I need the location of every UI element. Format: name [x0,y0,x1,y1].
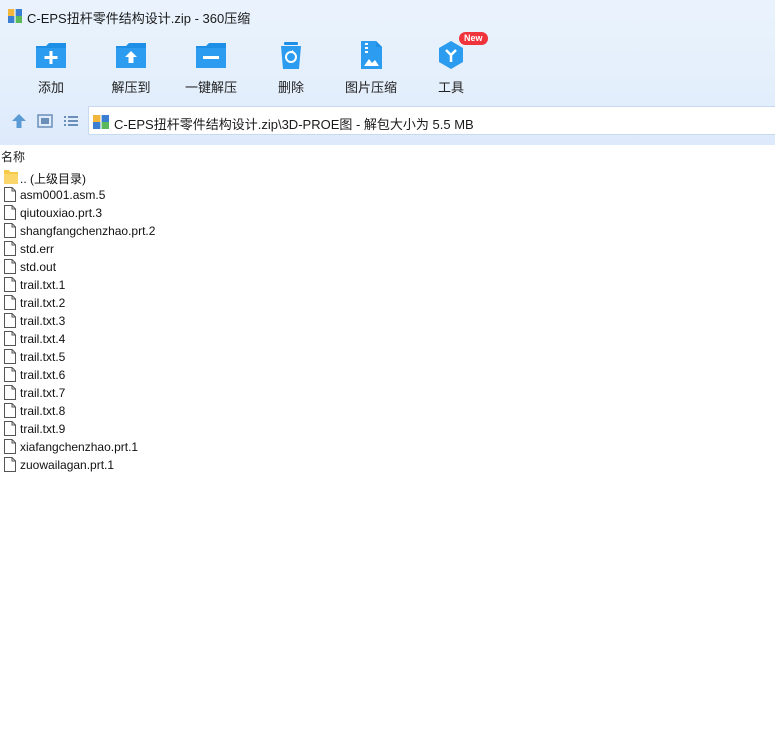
file-icon [4,295,16,310]
file-name: asm0001.asm.5 [20,188,106,202]
file-row[interactable]: trail.txt.9 [0,420,775,438]
file-name: std.out [20,260,57,274]
file-name: trail.txt.6 [20,368,66,382]
add-button[interactable]: 添加 [11,36,91,98]
window-title: C-EPS扭杆零件结构设计.zip - 360压缩 [27,11,251,26]
file-icon [4,259,16,274]
file-name: trail.txt.8 [20,404,66,418]
file-row[interactable]: trail.txt.8 [0,402,775,420]
one-click-extract-button[interactable]: 一键解压 [171,36,251,98]
file-list: .. (上级目录) asm0001.asm.5 qiutouxiao.prt.3 sh… [0,168,775,474]
image-compress-icon [361,41,382,69]
toolbar: 添加 解压到 一键解压 删除 图片压缩 New 工具 [0,32,775,98]
up-arrow-icon[interactable] [10,112,28,130]
file-icon [4,421,16,436]
archive-icon [8,9,22,23]
file-row[interactable]: qiutouxiao.prt.3 [0,204,775,222]
file-name: trail.txt.3 [20,314,66,328]
file-row[interactable]: trail.txt.6 [0,366,775,384]
folder-icon [4,170,18,184]
file-name: std.err [20,242,55,256]
file-name: trail.txt.1 [20,278,66,292]
delete-icon [281,42,301,69]
file-row[interactable]: std.err [0,240,775,258]
parent-directory-row[interactable]: .. (上级目录) [0,168,775,186]
file-name: qiutouxiao.prt.3 [20,206,103,220]
archive-icon [93,115,109,129]
delete-button[interactable]: 删除 [251,36,331,98]
file-row[interactable]: std.out [0,258,775,276]
image-compress-button[interactable]: 图片压缩 [331,36,411,98]
file-icon [4,367,16,382]
extract-to-button[interactable]: 解压到 [91,36,171,98]
title-bar: C-EPS扭杆零件结构设计.zip - 360压缩 [0,0,775,32]
file-name: trail.txt.2 [20,296,66,310]
new-badge: New [459,32,488,45]
file-row[interactable]: zuowailagan.prt.1 [0,456,775,474]
one-click-extract-icon [196,43,226,68]
file-row[interactable]: asm0001.asm.5 [0,186,775,204]
tools-button[interactable]: New 工具 [411,32,491,98]
tools-label: 工具 [437,80,464,95]
file-name: trail.txt.4 [20,332,66,346]
add-label: 添加 [37,80,64,95]
extract-to-icon [116,43,146,68]
file-icon [4,349,16,364]
file-icon [4,313,16,328]
file-name: shangfangchenzhao.prt.2 [20,224,156,238]
top-panel: C-EPS扭杆零件结构设计.zip - 360压缩 添加 解压到 一键解压 删除… [0,0,775,145]
file-icon [4,205,16,220]
file-name: zuowailagan.prt.1 [20,458,115,472]
file-icon [4,241,16,256]
column-header-name[interactable]: 名称 [0,145,775,164]
file-row[interactable]: trail.txt.3 [0,312,775,330]
file-icon [4,385,16,400]
file-row[interactable]: trail.txt.4 [0,330,775,348]
file-row[interactable]: shangfangchenzhao.prt.2 [0,222,775,240]
extract-to-label: 解压到 [111,80,151,95]
delete-label: 删除 [277,80,304,95]
file-icon [4,331,16,346]
file-row[interactable]: trail.txt.2 [0,294,775,312]
file-name: trail.txt.5 [20,350,66,364]
file-icon [4,187,16,202]
navigation-bar: C-EPS扭杆零件结构设计.zip\3D-PROE图 - 解包大小为 5.5 M… [0,106,775,136]
file-row[interactable]: trail.txt.1 [0,276,775,294]
file-name: xiafangchenzhao.prt.1 [20,440,139,454]
file-icon [4,439,16,454]
path-bar[interactable]: C-EPS扭杆零件结构设计.zip\3D-PROE图 - 解包大小为 5.5 M… [88,106,775,135]
file-row[interactable]: trail.txt.5 [0,348,775,366]
column-header-label: 名称 [1,150,26,164]
file-row[interactable]: xiafangchenzhao.prt.1 [0,438,775,456]
file-icon [4,457,16,472]
file-icon [4,277,16,292]
file-name: trail.txt.9 [20,422,66,436]
file-icon [4,223,16,238]
file-row[interactable]: trail.txt.7 [0,384,775,402]
one-click-extract-label: 一键解压 [184,80,237,95]
file-name: .. (上级目录) [20,172,86,186]
add-icon [36,43,66,68]
file-name: trail.txt.7 [20,386,66,400]
list-view-icon[interactable] [62,112,80,130]
image-compress-label: 图片压缩 [344,80,397,95]
file-icon [4,403,16,418]
current-path: C-EPS扭杆零件结构设计.zip\3D-PROE图 - 解包大小为 5.5 M… [114,117,474,132]
thumbnail-view-icon[interactable] [36,112,54,130]
